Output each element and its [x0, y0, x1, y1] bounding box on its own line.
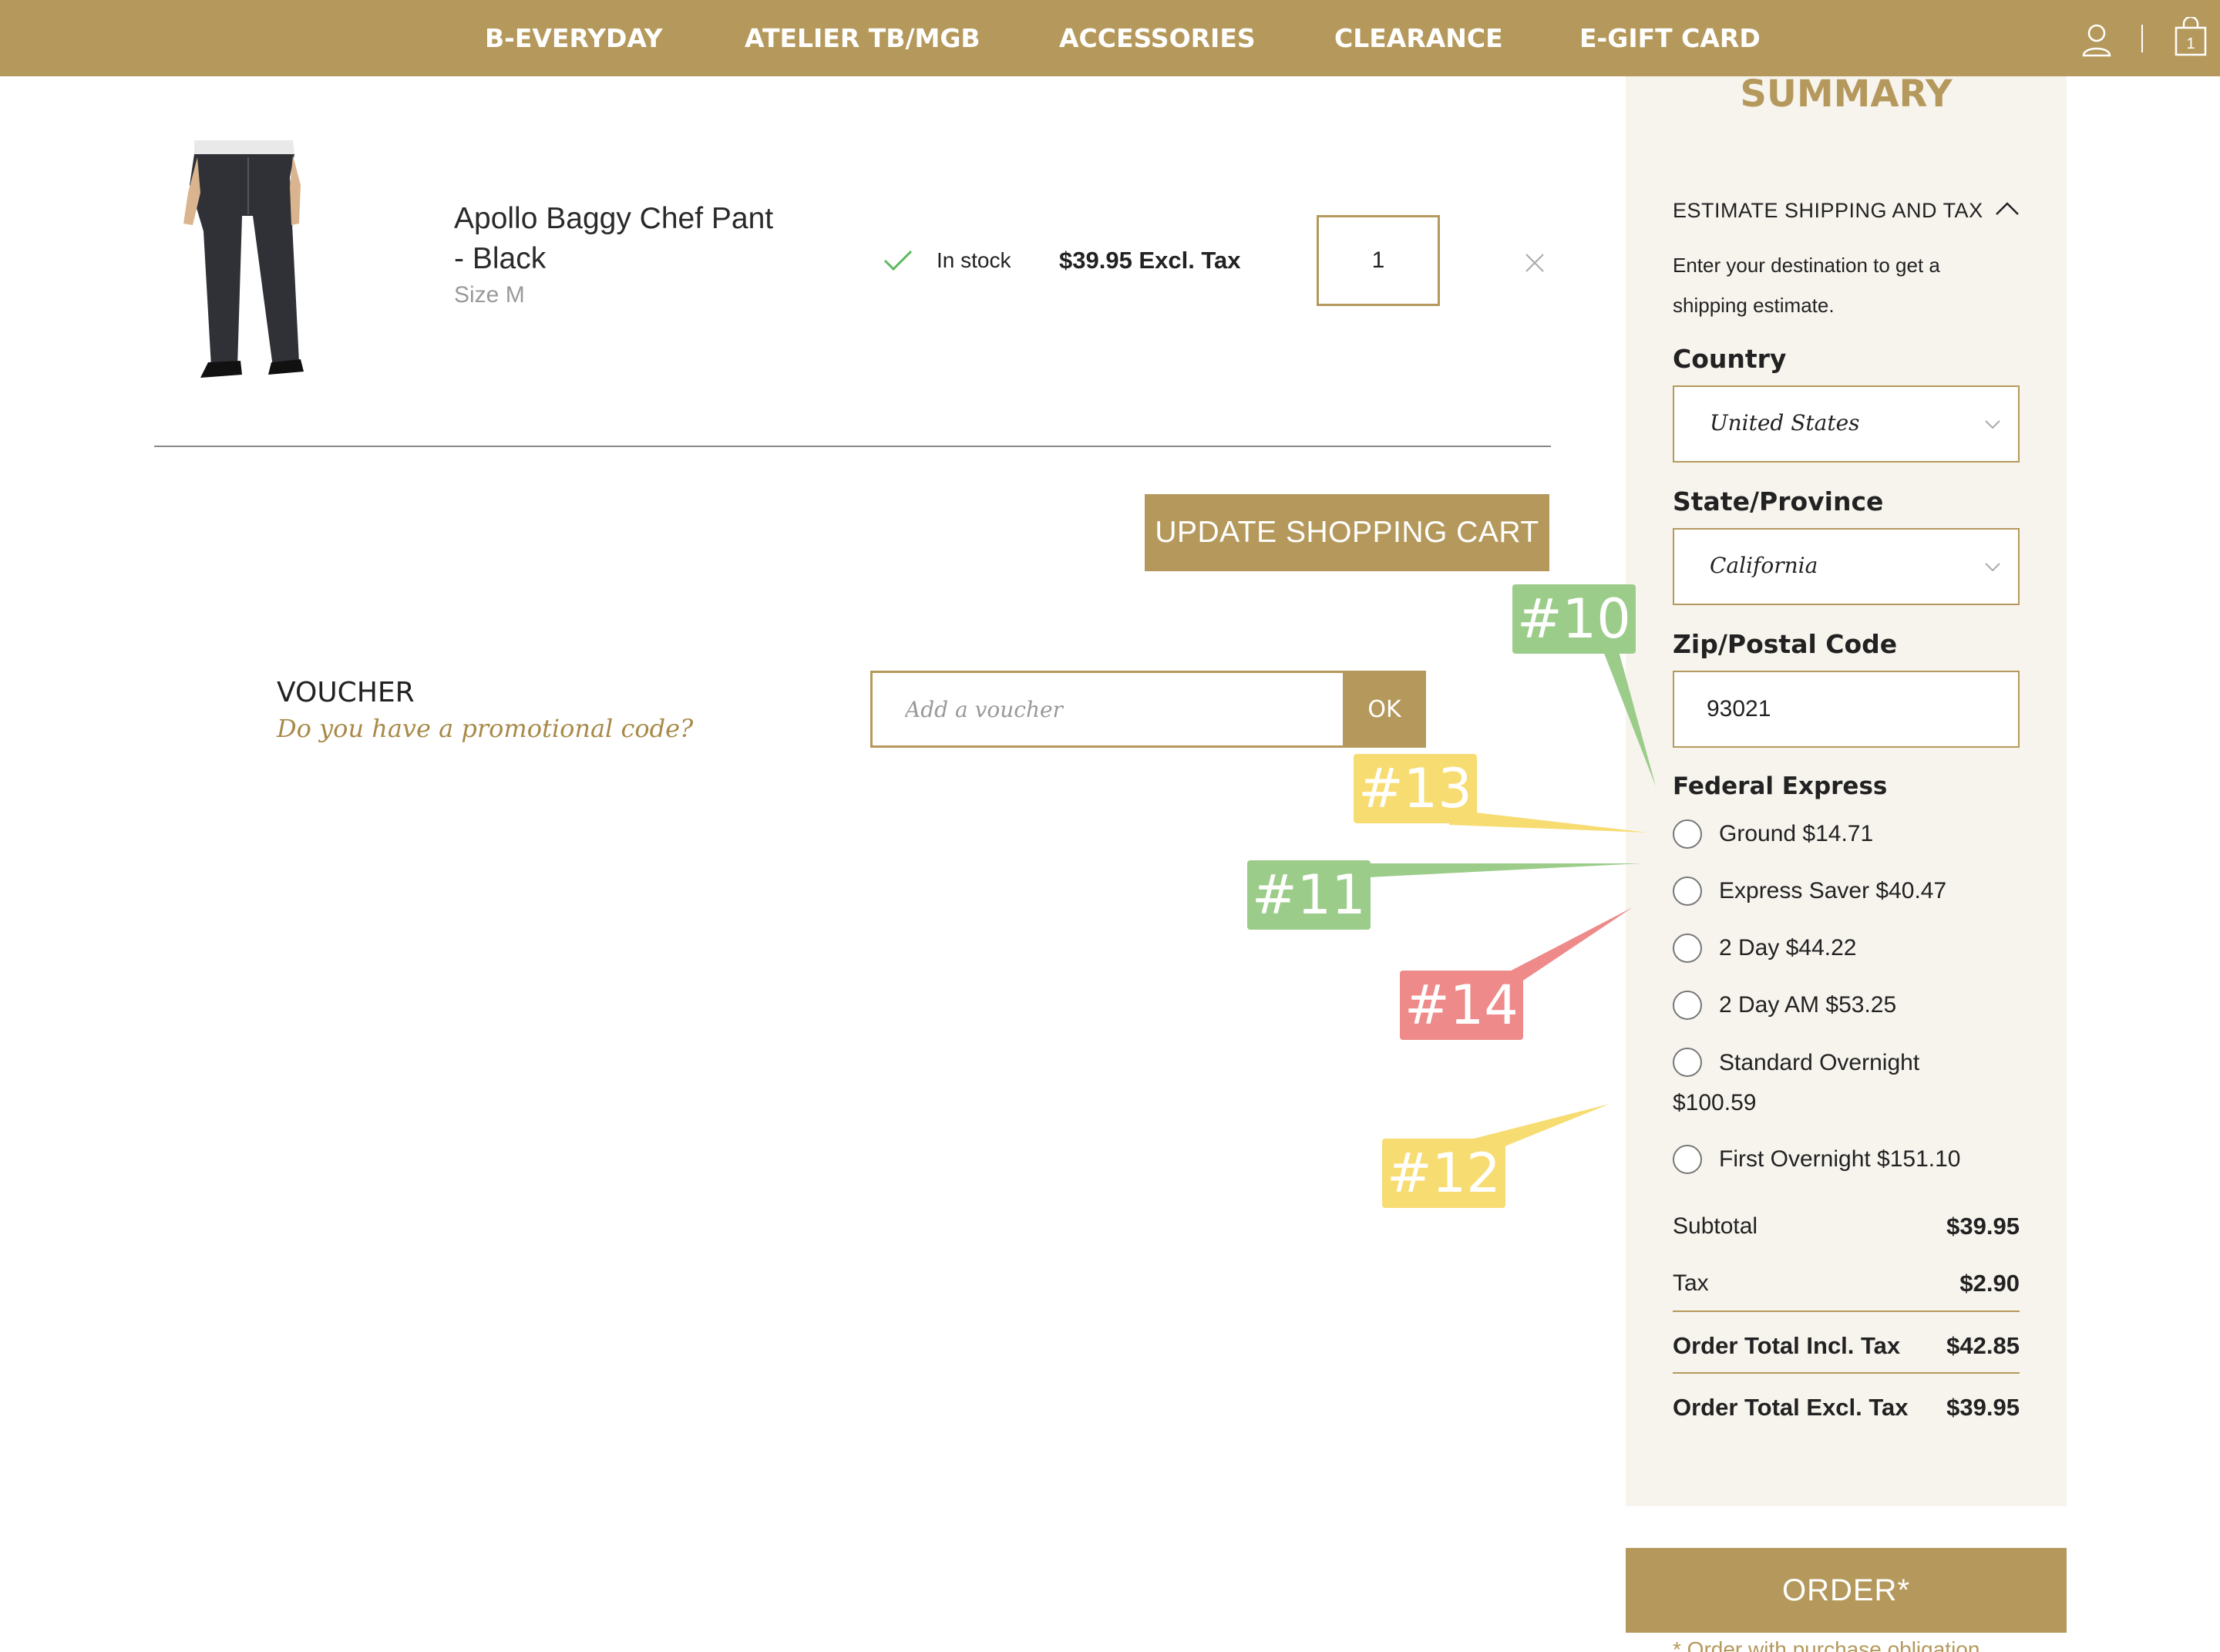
top-nav: B-EVERYDAY ATELIER TB/MGB ACCESSORIES CL…	[0, 0, 2220, 76]
tax-value: $2.90	[1959, 1270, 2020, 1297]
annotation-tag-12: #12	[1382, 1139, 1505, 1208]
estimate-description: Enter your destination to get a shipping…	[1673, 254, 1940, 317]
option-2-day-am[interactable]: 2 Day AM $53.25	[1719, 992, 1896, 1018]
annotation-tag-10: #10	[1512, 584, 1636, 654]
country-value: United States	[1710, 410, 1860, 436]
annotation-tag-14: #14	[1400, 971, 1523, 1040]
nav-item-accessories[interactable]: ACCESSORIES	[1059, 22, 1256, 56]
stock-status: In stock	[937, 248, 1011, 272]
zip-label: Zip/Postal Code	[1673, 629, 1898, 659]
state-label: State/Province	[1673, 486, 1884, 516]
nav-separator	[2141, 25, 2143, 52]
voucher-ok-button[interactable]: OK	[1343, 671, 1426, 748]
country-label: Country	[1673, 344, 1787, 374]
order-total-excl-label: Order Total Excl. Tax	[1673, 1394, 1909, 1421]
cart-icon[interactable]: 1	[2174, 15, 2208, 61]
order-note: * Order with purchase obligation	[1673, 1637, 1980, 1652]
product-thumbnail[interactable]	[177, 139, 308, 382]
totals-divider	[1673, 1310, 2020, 1312]
radio-2-day-am[interactable]	[1673, 991, 1702, 1020]
country-select[interactable]: United States	[1673, 385, 2020, 463]
radio-first-overnight[interactable]	[1673, 1145, 1702, 1174]
subtotal-label: Subtotal	[1673, 1213, 1758, 1239]
voucher-input[interactable]	[870, 671, 1344, 748]
cart-divider	[154, 446, 1551, 447]
option-2-day[interactable]: 2 Day $44.22	[1719, 935, 1856, 961]
radio-ground[interactable]	[1673, 819, 1702, 849]
nav-item-atelier[interactable]: ATELIER TB/MGB	[745, 22, 980, 56]
annotation-tag-13: #13	[1354, 754, 1477, 823]
order-total-excl-value: $39.95	[1946, 1394, 2020, 1421]
checkmark-icon	[883, 250, 913, 275]
user-icon[interactable]	[2081, 23, 2112, 61]
nav-item-b-everyday[interactable]: B-EVERYDAY	[485, 22, 663, 56]
radio-express-saver[interactable]	[1673, 876, 1702, 906]
chevron-up-icon[interactable]	[1995, 200, 2020, 220]
estimate-shipping-title[interactable]: ESTIMATE SHIPPING AND TAX	[1673, 199, 1983, 223]
option-standard-overnight[interactable]: Standard Overnight $100.59	[1673, 1043, 1996, 1123]
voucher-subtitle: Do you have a promotional code?	[277, 714, 694, 743]
voucher-title: VOUCHER	[277, 677, 415, 708]
chevron-down-icon	[1984, 419, 2001, 434]
order-button[interactable]: ORDER*	[1626, 1548, 2067, 1633]
remove-item-icon[interactable]	[1525, 253, 1545, 277]
tax-label: Tax	[1673, 1270, 1709, 1296]
nav-item-clearance[interactable]: CLEARANCE	[1334, 22, 1503, 56]
nav-item-e-gift-card[interactable]: E-GIFT CARD	[1579, 22, 1761, 56]
zip-input[interactable]	[1673, 671, 2020, 748]
subtotal-value: $39.95	[1946, 1213, 2020, 1240]
summary-title: SUMMARY	[1740, 72, 1953, 116]
carrier-title: Federal Express	[1673, 772, 1888, 800]
product-size: Size M	[454, 282, 525, 308]
update-cart-button[interactable]: UPDATE SHOPPING CART	[1145, 494, 1549, 571]
radio-2-day[interactable]	[1673, 934, 1702, 963]
state-select[interactable]: California	[1673, 528, 2020, 605]
state-value: California	[1710, 553, 1818, 578]
chevron-down-icon	[1984, 562, 2001, 577]
option-express-saver[interactable]: Express Saver $40.47	[1719, 878, 1946, 904]
annotation-tag-11: #11	[1247, 860, 1371, 930]
order-total-incl-label: Order Total Incl. Tax	[1673, 1332, 1901, 1359]
product-name[interactable]: Apollo Baggy Chef Pant - Black	[454, 199, 778, 279]
option-ground[interactable]: Ground $14.71	[1719, 821, 1873, 847]
order-total-incl-value: $42.85	[1946, 1332, 2020, 1359]
totals-divider	[1673, 1372, 2020, 1374]
option-first-overnight[interactable]: First Overnight $151.10	[1719, 1146, 1961, 1173]
quantity-input[interactable]	[1317, 215, 1440, 306]
product-price: $39.95 Excl. Tax	[1059, 247, 1241, 274]
cart-count-badge: 1	[2186, 35, 2195, 52]
